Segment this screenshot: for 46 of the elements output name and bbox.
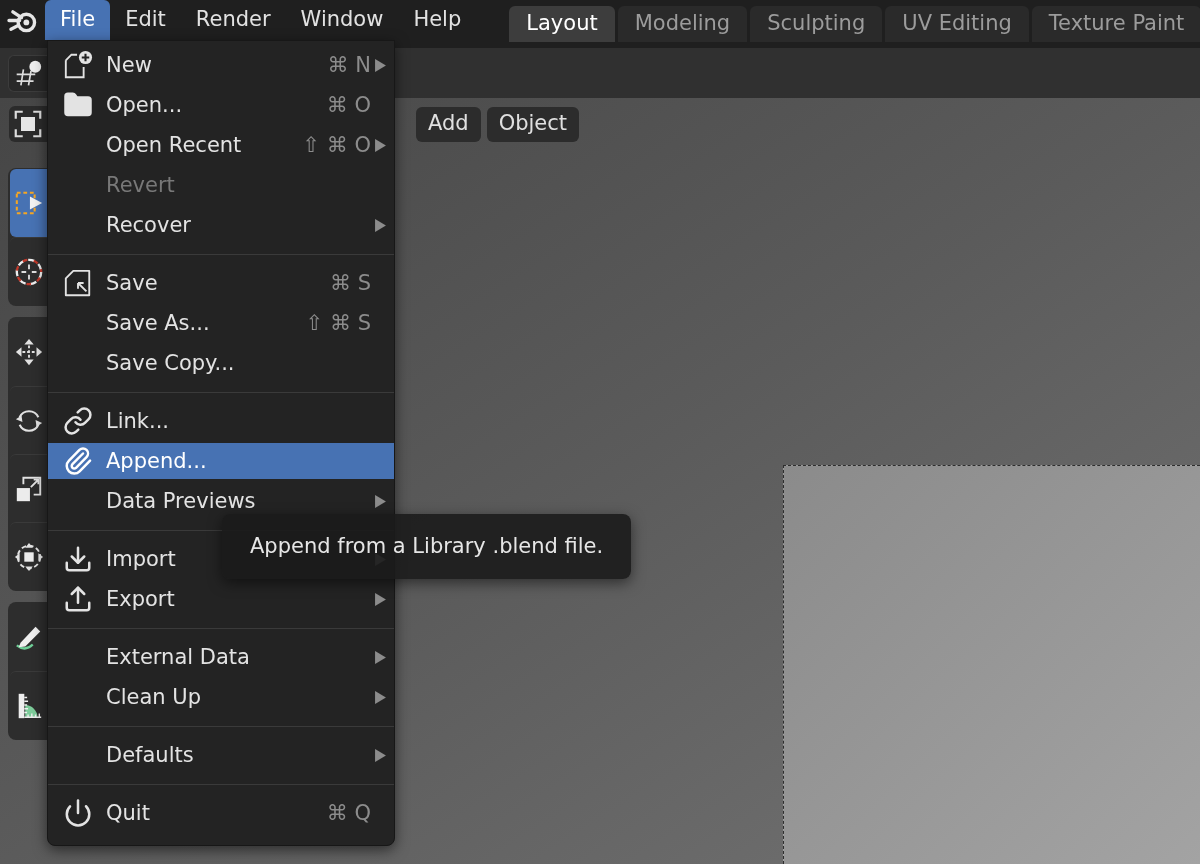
menu-bar-item[interactable]: Render bbox=[180, 0, 286, 40]
hash-sphere-icon bbox=[14, 59, 42, 87]
menu-item[interactable]: Clean Up bbox=[48, 679, 394, 715]
tooltip: Append from a Library .blend file. bbox=[222, 514, 632, 579]
tool-button[interactable] bbox=[10, 169, 47, 237]
menu-item[interactable]: External Data bbox=[48, 639, 394, 675]
menu-bar-item[interactable]: Edit bbox=[110, 0, 181, 40]
menu-item[interactable]: Quit ⌘ Q bbox=[48, 795, 394, 831]
header-menu-button[interactable]: Object bbox=[486, 106, 580, 142]
menu-item[interactable]: Export bbox=[48, 581, 394, 617]
shortcut-text: ⇧ ⌘ S bbox=[305, 312, 371, 334]
menu-item[interactable]: Save ⌘ S bbox=[48, 265, 394, 301]
menu-item[interactable]: New ⌘ N bbox=[48, 47, 394, 83]
shortcut-text: ⇧ ⌘ O bbox=[302, 134, 371, 156]
shortcut-text: ⌘ S bbox=[330, 272, 371, 294]
workspace-tab[interactable]: UV Editing bbox=[885, 6, 1029, 42]
menu-bar-item[interactable]: File bbox=[45, 0, 111, 40]
shortcut-text: ⌘ Q bbox=[326, 802, 371, 824]
menu-item[interactable]: Save Copy... bbox=[48, 345, 394, 381]
header-menu-button[interactable]: Add bbox=[416, 106, 481, 142]
square-brackets-icon bbox=[14, 110, 42, 138]
header-button[interactable] bbox=[9, 106, 47, 142]
transform-icon bbox=[13, 541, 44, 572]
menu-item[interactable]: Save As... ⇧ ⌘ S bbox=[48, 305, 394, 341]
document-plus-icon bbox=[63, 50, 93, 80]
paperclip-icon bbox=[63, 446, 93, 476]
menu-item[interactable]: Link... bbox=[48, 403, 394, 439]
document-arrow-icon bbox=[63, 268, 93, 298]
workspace-tab[interactable]: Modeling bbox=[617, 6, 748, 42]
workspace-tab[interactable]: Texture Paint bbox=[1031, 6, 1200, 42]
menu-bar-item[interactable]: Window bbox=[285, 0, 399, 40]
workspace-tab[interactable]: Sculpting bbox=[750, 6, 883, 42]
menu-item[interactable]: Append... bbox=[48, 443, 394, 479]
crosshair-circle-icon bbox=[13, 256, 44, 287]
menu-item[interactable]: Recover bbox=[48, 207, 394, 243]
four-arrows-icon bbox=[13, 337, 44, 367]
header-button[interactable] bbox=[8, 54, 47, 92]
menu-item[interactable]: Defaults bbox=[48, 737, 394, 773]
chain-link-icon bbox=[63, 406, 93, 436]
power-icon bbox=[63, 798, 93, 828]
shortcut-text: ⌘ N bbox=[327, 54, 371, 76]
shortcut-text: ⌘ O bbox=[326, 94, 371, 116]
menu-item[interactable]: Open... ⌘ O bbox=[48, 87, 394, 123]
workspace-tab[interactable]: Layout bbox=[509, 6, 615, 42]
menu-item[interactable]: Open Recent ⇧ ⌘ O bbox=[48, 127, 394, 163]
menu-bar-item[interactable]: Help bbox=[398, 0, 477, 40]
